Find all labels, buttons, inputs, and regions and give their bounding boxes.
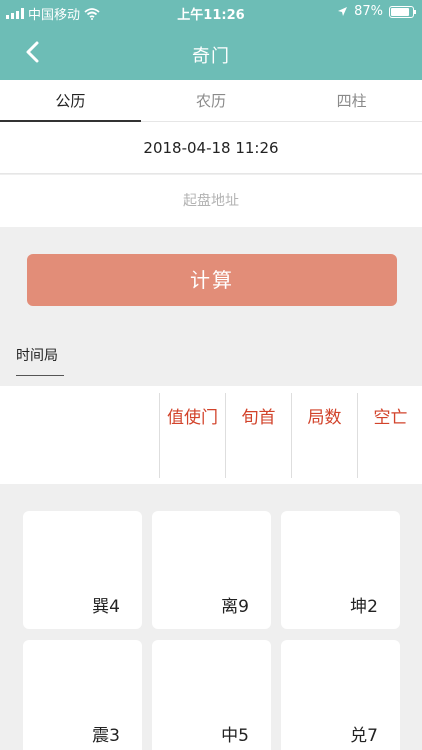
- palace-grid: 巽4 离9 坤2 震3 中5 兑7: [0, 484, 422, 750]
- info-xun-head: 旬首: [225, 393, 291, 478]
- info-void: 空亡: [357, 393, 422, 478]
- address-row: [0, 175, 422, 227]
- palace-cell[interactable]: 离9: [152, 511, 271, 629]
- status-right: 87%: [337, 4, 416, 19]
- battery-fill: [391, 7, 410, 16]
- tab-gregorian[interactable]: 公历: [0, 80, 141, 122]
- palace-label: 兑7: [350, 726, 378, 746]
- battery-percent: 87%: [354, 4, 383, 19]
- section-underline: [16, 375, 64, 376]
- nav-bar: 奇门: [0, 24, 422, 80]
- calendar-tabs: 公历 农历 四柱: [0, 80, 422, 122]
- calculate-button[interactable]: 计算: [27, 254, 397, 306]
- palace-cell[interactable]: 巽4: [23, 511, 142, 629]
- section-label: 时间局: [16, 348, 58, 364]
- palace-cell[interactable]: 中5: [152, 640, 271, 750]
- info-duty-door: 值使门: [159, 393, 225, 478]
- status-bar: 中国移动 上午11:26 87%: [0, 0, 422, 24]
- palace-label: 离9: [221, 597, 249, 617]
- info-ju-number: 局数: [291, 393, 357, 478]
- battery-icon: [389, 5, 416, 18]
- palace-cell[interactable]: 坤2: [281, 511, 400, 629]
- palace-label: 震3: [92, 726, 120, 746]
- palace-cell[interactable]: 震3: [23, 640, 142, 750]
- datetime-picker[interactable]: 2018-04-18 11:26: [0, 122, 422, 174]
- palace-label: 中5: [221, 726, 249, 746]
- tab-four-pillars[interactable]: 四柱: [281, 80, 422, 121]
- location-arrow-icon: [338, 7, 348, 16]
- address-input[interactable]: [0, 175, 422, 227]
- info-panel: 值使门 旬首 局数 空亡: [0, 386, 422, 484]
- page-title: 奇门: [192, 46, 230, 67]
- palace-cell[interactable]: 兑7: [281, 640, 400, 750]
- palace-label: 坤2: [350, 597, 378, 617]
- tab-lunar[interactable]: 农历: [141, 80, 282, 121]
- palace-label: 巽4: [92, 597, 120, 617]
